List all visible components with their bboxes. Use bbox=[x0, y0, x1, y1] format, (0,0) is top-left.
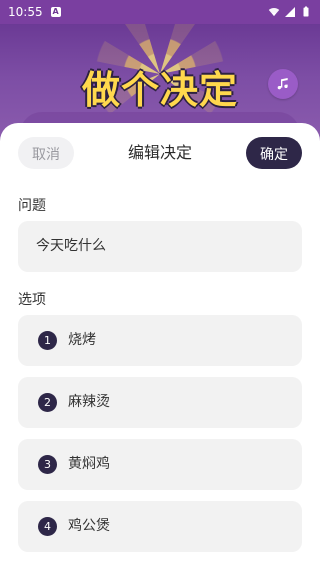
battery-icon bbox=[303, 6, 309, 17]
music-note-icon bbox=[277, 78, 288, 90]
option-item[interactable]: 3 黄焖鸡 bbox=[18, 439, 302, 490]
option-item[interactable]: 2 麻辣烫 bbox=[18, 377, 302, 428]
question-label: 问题 bbox=[18, 198, 46, 214]
music-button[interactable] bbox=[268, 69, 298, 99]
question-value: 今天吃什么 bbox=[36, 238, 106, 254]
option-number-badge: 2 bbox=[38, 393, 57, 412]
signal-icon bbox=[285, 7, 295, 17]
status-left: 10:55 A bbox=[8, 5, 61, 19]
question-input[interactable]: 今天吃什么 bbox=[18, 221, 302, 272]
edit-decision-sheet: 取消 编辑决定 确定 问题 今天吃什么 选项 1 烧烤 2 麻辣烫 3 黄焖鸡 … bbox=[0, 123, 320, 568]
option-text: 鸡公煲 bbox=[68, 518, 110, 534]
option-item[interactable]: 1 烧烤 bbox=[18, 315, 302, 366]
option-text: 黄焖鸡 bbox=[68, 456, 110, 472]
wifi-icon bbox=[268, 8, 280, 16]
sheet-header: 取消 编辑决定 确定 bbox=[0, 137, 320, 171]
option-number-badge: 3 bbox=[38, 455, 57, 474]
option-text: 烧烤 bbox=[68, 332, 96, 348]
option-item[interactable]: 4 鸡公煲 bbox=[18, 501, 302, 552]
options-label: 选项 bbox=[18, 292, 46, 308]
status-right bbox=[268, 6, 312, 18]
option-number-badge: 1 bbox=[38, 331, 57, 350]
status-bar: 10:55 A bbox=[0, 0, 320, 24]
status-time: 10:55 bbox=[8, 5, 43, 19]
option-number-badge: 4 bbox=[38, 517, 57, 536]
confirm-button[interactable]: 确定 bbox=[246, 137, 302, 169]
option-text: 麻辣烫 bbox=[68, 394, 110, 410]
app-notification-icon: A bbox=[50, 7, 61, 17]
